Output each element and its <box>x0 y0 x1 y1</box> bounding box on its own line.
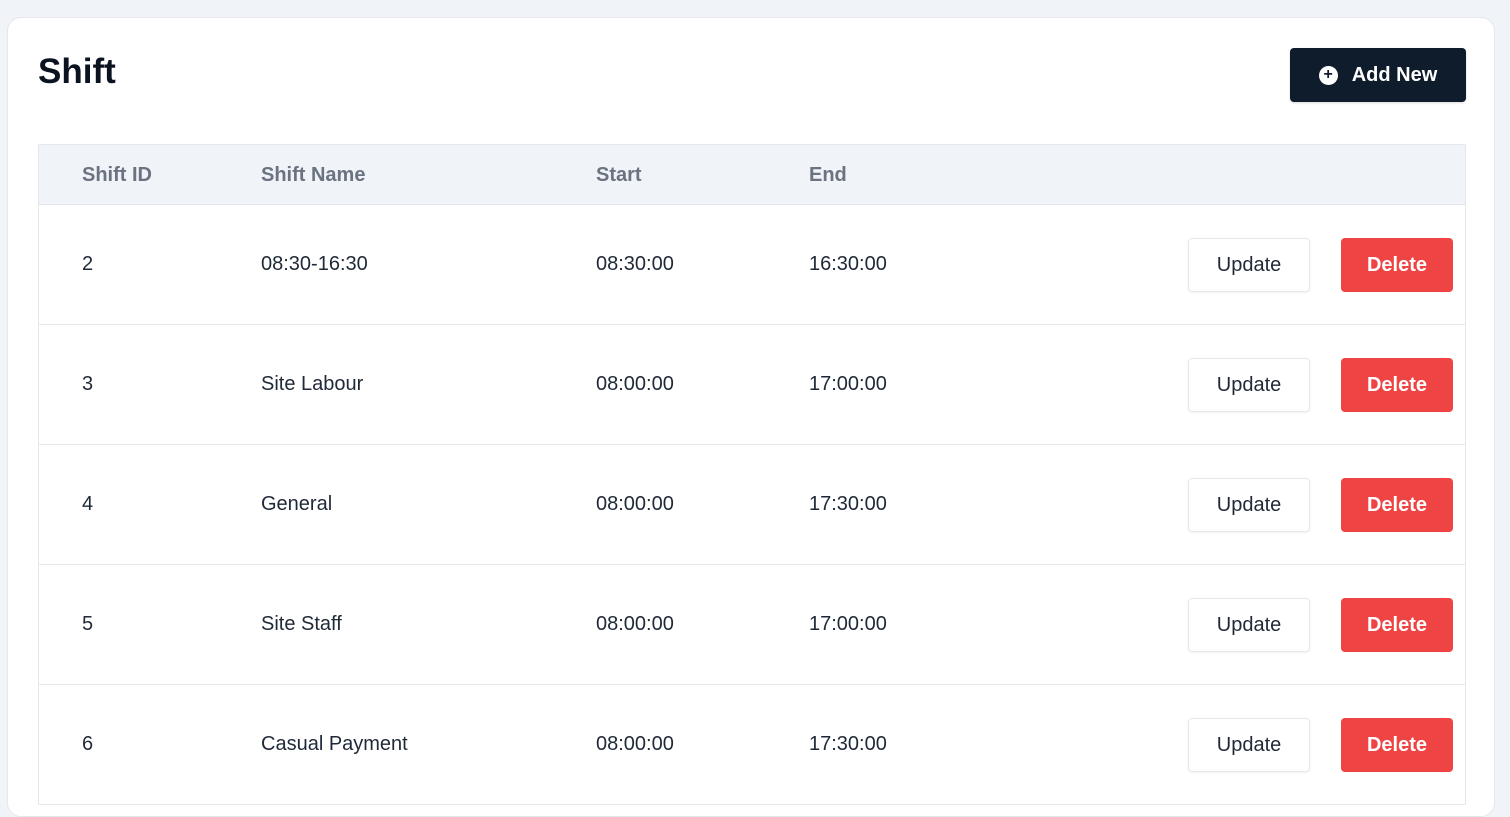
table-row: 6 Casual Payment 08:00:00 17:30:00 Updat… <box>39 685 1465 805</box>
table-row: 4 General 08:00:00 17:30:00 Update Delet… <box>39 445 1465 565</box>
end-time-cell: 16:30:00 <box>809 253 887 275</box>
column-header-shift-name: Shift Name <box>261 164 366 186</box>
table-row: 2 08:30-16:30 08:30:00 16:30:00 Update D… <box>39 205 1465 325</box>
shift-name-cell: Site Staff <box>261 613 342 635</box>
shift-name-cell: Site Labour <box>261 373 364 395</box>
shift-table: Shift ID Shift Name Start End 2 08:30-16… <box>38 144 1466 805</box>
table-row: 3 Site Labour 08:00:00 17:00:00 Update D… <box>39 325 1465 445</box>
shift-id-cell: 6 <box>82 733 94 755</box>
start-time-cell: 08:30:00 <box>596 253 674 275</box>
delete-button[interactable]: Delete <box>1341 358 1453 412</box>
shift-id-cell: 2 <box>82 253 94 275</box>
end-time-cell: 17:00:00 <box>809 613 887 635</box>
start-time-cell: 08:00:00 <box>596 373 674 395</box>
delete-button[interactable]: Delete <box>1341 478 1453 532</box>
start-time-cell: 08:00:00 <box>596 733 674 755</box>
add-new-button[interactable]: + Add New <box>1290 48 1466 102</box>
start-time-cell: 08:00:00 <box>596 613 674 635</box>
page-title: Shift <box>38 52 116 91</box>
update-button[interactable]: Update <box>1188 358 1310 412</box>
end-time-cell: 17:30:00 <box>809 493 887 515</box>
end-time-cell: 17:30:00 <box>809 733 887 755</box>
plus-circle-icon: + <box>1318 65 1338 85</box>
end-time-cell: 17:00:00 <box>809 373 887 395</box>
table-row: 5 Site Staff 08:00:00 17:00:00 Update De… <box>39 565 1465 685</box>
column-header-end: End <box>809 164 847 186</box>
shift-id-cell: 3 <box>82 373 94 395</box>
shift-id-cell: 5 <box>82 613 94 635</box>
update-button[interactable]: Update <box>1188 478 1310 532</box>
shift-name-cell: 08:30-16:30 <box>261 253 368 275</box>
shift-card: Shift + Add New Shift ID Shift Name Star… <box>7 17 1495 817</box>
shift-name-cell: Casual Payment <box>261 733 408 755</box>
delete-button[interactable]: Delete <box>1341 238 1453 292</box>
update-button[interactable]: Update <box>1188 598 1310 652</box>
delete-button[interactable]: Delete <box>1341 718 1453 772</box>
column-header-shift-id: Shift ID <box>82 164 152 186</box>
update-button[interactable]: Update <box>1188 718 1310 772</box>
update-button[interactable]: Update <box>1188 238 1310 292</box>
shift-id-cell: 4 <box>82 493 94 515</box>
column-header-start: Start <box>596 164 642 186</box>
add-new-label: Add New <box>1351 63 1438 86</box>
table-header: Shift ID Shift Name Start End <box>39 145 1465 205</box>
delete-button[interactable]: Delete <box>1341 598 1453 652</box>
shift-name-cell: General <box>261 493 333 515</box>
start-time-cell: 08:00:00 <box>596 493 674 515</box>
